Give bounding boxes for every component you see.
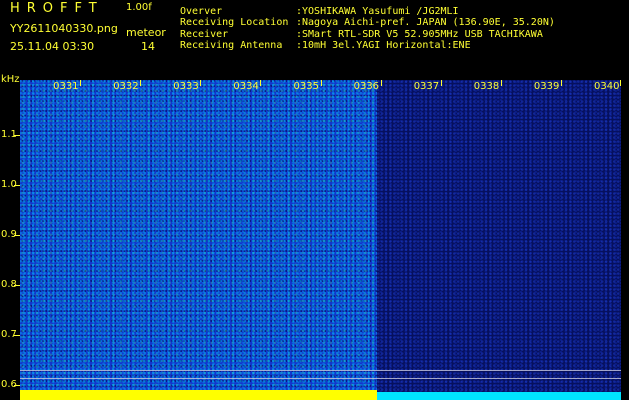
y-tick [14, 385, 20, 386]
info-value: :SMart RTL-SDR V5 52.905MHz USB TACHIKAW… [296, 29, 543, 40]
grid-line [20, 378, 621, 379]
x-tick-label: 0337 [413, 81, 440, 92]
x-tick [500, 80, 502, 86]
x-tick-label: 0333 [173, 81, 199, 92]
y-tick [14, 185, 20, 186]
x-tick [140, 80, 142, 86]
x-tick [560, 80, 562, 86]
info-receiver: Receiver :SMart RTL-SDR V5 52.905MHz USB … [180, 29, 543, 40]
spectrogram-plot [20, 80, 621, 400]
x-tick-label: 0340 [594, 81, 620, 92]
info-label: Overver [180, 6, 223, 17]
y-tick [14, 335, 20, 336]
x-tick-label: 0336 [353, 81, 380, 92]
y-tick [14, 135, 20, 136]
x-tick [620, 80, 621, 86]
event-count: 14 [141, 40, 155, 53]
spectrogram-active-region [20, 80, 377, 400]
x-tick-label: 0332 [113, 81, 139, 92]
x-tick-label: 0339 [533, 81, 560, 92]
y-axis-unit: kHz [1, 74, 20, 85]
info-observer: Overver :YOSHIKAWA Yasufumi /JG2MLI [180, 6, 459, 17]
datetime-label: 25.11.04 03:30 [10, 40, 95, 53]
info-value: :YOSHIKAWA Yasufumi /JG2MLI [296, 6, 459, 17]
x-tick [320, 80, 322, 86]
x-tick [380, 80, 382, 86]
x-tick [80, 80, 82, 86]
y-tick [14, 285, 20, 286]
x-tick [200, 80, 202, 86]
x-tick-label: 0338 [473, 81, 500, 92]
x-tick-label: 0334 [233, 81, 259, 92]
info-label: Receiver [180, 29, 229, 40]
x-tick-label: 0335 [293, 81, 319, 92]
grid-line [20, 370, 621, 371]
info-antenna: Receiving Antenna :10mH 3el.YAGI Horizont… [180, 40, 471, 51]
info-value: :10mH 3el.YAGI Horizontal:ENE [296, 40, 471, 51]
filename-label: YY2611040330.png [10, 22, 118, 35]
info-value: :Nagoya Aichi-pref. JAPAN (136.90E, 35.2… [296, 17, 555, 28]
signal-strength-bar-active [20, 390, 377, 400]
signal-strength-bar-inactive [377, 392, 621, 400]
x-tick [440, 80, 442, 86]
info-label: Receiving Location [180, 17, 289, 28]
x-tick [260, 80, 262, 86]
info-label: Receiving Antenna [180, 40, 283, 51]
version-label: 1.00f [126, 2, 152, 13]
spectrogram-inactive-region [377, 80, 621, 400]
y-tick [14, 235, 20, 236]
x-tick-label: 0331 [53, 81, 79, 92]
app-title: HROFFT [10, 1, 104, 16]
info-location: Receiving Location :Nagoya Aichi-pref. JA… [180, 17, 555, 28]
event-type-label: meteor [126, 26, 166, 39]
